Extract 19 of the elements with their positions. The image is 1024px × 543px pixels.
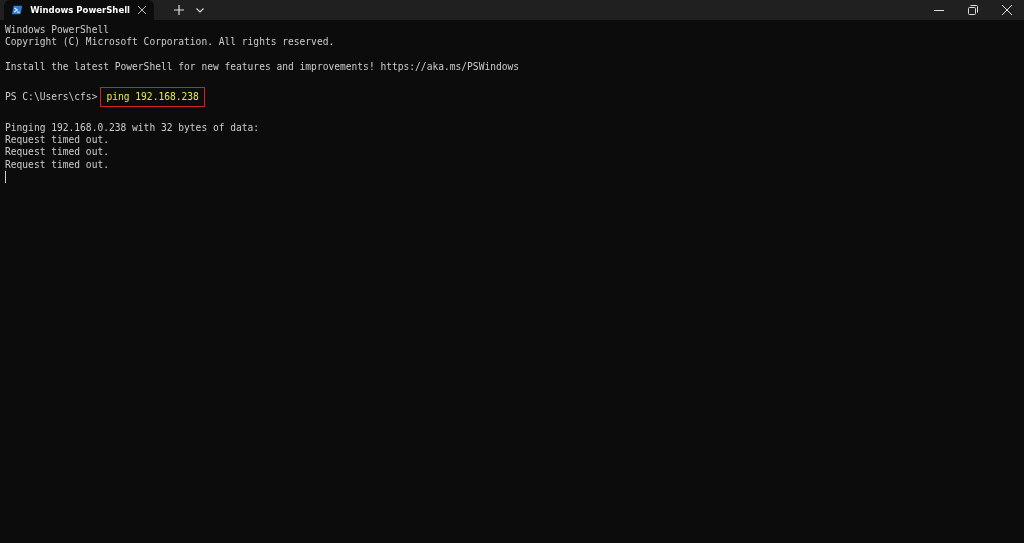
close-icon[interactable] <box>138 6 146 14</box>
restore-icon[interactable] <box>968 5 978 15</box>
output-line: Pinging 192.168.0.238 with 32 bytes of data: <box>5 121 260 135</box>
minimize-icon[interactable] <box>934 9 944 11</box>
output-line: Copyright (C) Microsoft Corporation. All rights reserved. <box>5 36 335 49</box>
output-line: Request timed out. <box>5 158 109 171</box>
output-line: Install the latest PowerShell for new features and improvements! https://aka.ms/PSWindows <box>5 60 520 74</box>
powershell-icon <box>12 5 23 15</box>
tab-title: Windows PowerShell <box>30 5 130 15</box>
output-line: Request timed out. <box>5 146 109 159</box>
command: ping 192.168.238 <box>100 86 205 108</box>
output-line: Request timed out. <box>5 134 109 147</box>
close-icon[interactable] <box>1002 5 1012 15</box>
new-tab-icon[interactable] <box>174 5 184 15</box>
text-cursor <box>5 171 6 184</box>
prompt: PS C:\Users\cfs> <box>5 90 98 104</box>
output-line: Windows PowerShell <box>5 24 109 37</box>
dropdown-icon[interactable] <box>196 7 204 13</box>
terminal-tab[interactable]: Windows PowerShell <box>4 0 154 20</box>
